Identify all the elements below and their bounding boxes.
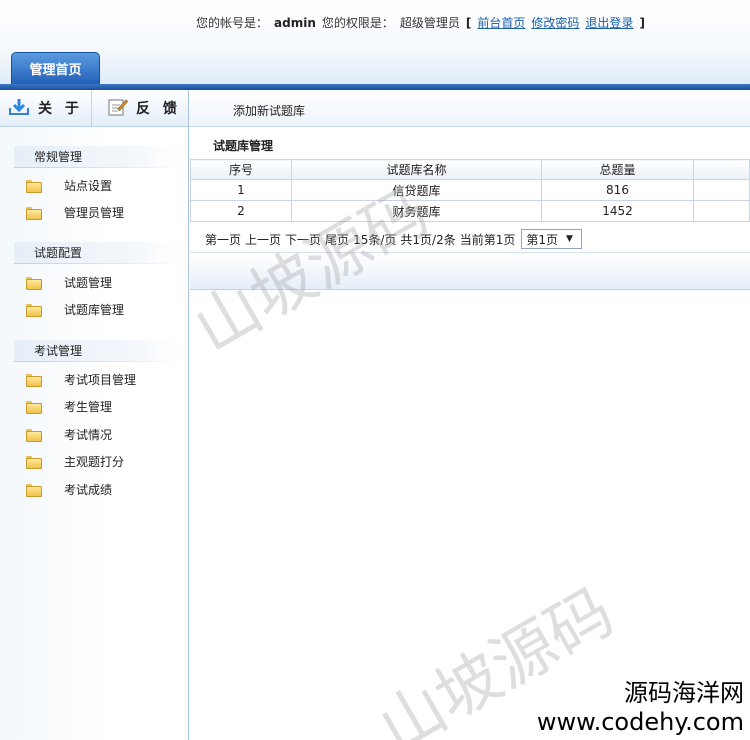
tab-admin-home[interactable]: 管理首页 [11, 52, 100, 86]
sidebar-item-label: 考试情况 [64, 427, 113, 442]
table-row[interactable]: 1 信贷题库 816 [190, 179, 750, 201]
feedback-label: 反 馈 [136, 101, 181, 117]
about-button[interactable]: 关 于 [8, 90, 90, 126]
page-select-value: 第1页 [526, 232, 558, 247]
column-header-index: 序号 [190, 159, 292, 180]
folder-icon [26, 483, 42, 497]
folder-icon [26, 179, 42, 193]
sidebar-item-label: 考试项目管理 [64, 372, 137, 387]
panel-title: 试题库管理 [213, 139, 274, 153]
folder-icon [26, 400, 42, 414]
sidebar-item-label: 主观题打分 [64, 454, 125, 469]
download-icon [8, 98, 30, 119]
sidebar: 常规管理 站点设置 管理员管理 试题配置 试题管理 试题库管理 考试管理 考试项… [0, 127, 189, 740]
bracket-close: ] [639, 16, 645, 30]
brand-watermark: 源码海洋网 www.codehy.com [537, 678, 744, 736]
sidebar-group-general[interactable]: 常规管理 [14, 146, 180, 168]
role-value: 超级管理员 [399, 16, 460, 30]
sidebar-item-label: 试题管理 [64, 275, 113, 290]
change-password-link[interactable]: 修改密码 [531, 16, 579, 30]
logout-link[interactable]: 退出登录 [585, 16, 633, 30]
page-select[interactable]: 第1页 ▼ [521, 229, 582, 249]
sidebar-item-examinee-management[interactable]: 考生管理 [26, 396, 112, 416]
current-page-text: 当前第1页 [459, 232, 516, 247]
sidebar-item-question-management[interactable]: 试题管理 [26, 272, 112, 292]
folder-icon [26, 276, 42, 290]
edit-note-icon [108, 98, 129, 119]
question-bank-table: 序号 试题库名称 总题量 1 信贷题库 816 2 财务题库 1452 [190, 159, 750, 222]
about-label: 关 于 [38, 101, 83, 117]
folder-icon [26, 455, 42, 469]
add-question-bank-button[interactable]: 添加新试题库 [233, 102, 305, 119]
first-page-link[interactable]: 第一页 [205, 231, 241, 248]
sidebar-item-label: 站点设置 [64, 178, 113, 193]
left-toolbar: 关 于 反 馈 [0, 90, 189, 127]
account-value: admin [274, 16, 316, 30]
sidebar-group-question-config[interactable]: 试题配置 [14, 242, 180, 264]
account-label: 您的帐号是： [196, 16, 269, 30]
sidebar-group-exam-management[interactable]: 考试管理 [14, 340, 180, 362]
column-header-actions [693, 159, 750, 180]
top-header: 您的帐号是： admin 您的权限是： 超级管理员 [ 前台首页 修改密码 退出登录] 管理首… [0, 0, 750, 90]
column-header-total-questions: 总题量 [541, 159, 694, 180]
feedback-button[interactable]: 反 馈 [91, 90, 187, 126]
sidebar-item-label: 试题库管理 [64, 302, 125, 317]
folder-icon [26, 206, 42, 220]
account-info: 您的帐号是： admin 您的权限是： 超级管理员 [ 前台首页 修改密码 退出登录] [196, 14, 645, 31]
folder-icon [26, 428, 42, 442]
column-header-bank-name: 试题库名称 [291, 159, 542, 180]
cell-total-questions: 1452 [541, 200, 694, 222]
sidebar-item-label: 考生管理 [64, 399, 113, 414]
cell-index: 2 [190, 200, 292, 222]
brand-name-cn: 源码海洋网 [624, 679, 744, 707]
frontend-home-link[interactable]: 前台首页 [477, 16, 525, 30]
sidebar-item-exam-status[interactable]: 考试情况 [26, 424, 112, 444]
admin-page: 您的帐号是： admin 您的权限是： 超级管理员 [ 前台首页 修改密码 退出登录] 管理首… [0, 0, 750, 740]
sidebar-item-subjective-grading[interactable]: 主观题打分 [26, 451, 124, 471]
cell-actions [693, 200, 750, 222]
sidebar-item-site-settings[interactable]: 站点设置 [26, 175, 112, 195]
sidebar-item-admin-management[interactable]: 管理员管理 [26, 202, 124, 222]
table-header-row: 序号 试题库名称 总题量 [190, 159, 750, 180]
sidebar-item-exam-scores[interactable]: 考试成绩 [26, 479, 112, 499]
role-label: 您的权限是： [321, 16, 394, 30]
brand-url: www.codehy.com [536, 708, 744, 736]
chevron-down-icon: ▼ [566, 234, 573, 244]
table-row[interactable]: 2 财务题库 1452 [190, 200, 750, 222]
sidebar-item-label: 管理员管理 [64, 205, 125, 220]
cell-index: 1 [190, 179, 292, 201]
sidebar-item-label: 考试成绩 [64, 482, 113, 497]
folder-icon [26, 373, 42, 387]
sidebar-item-question-bank-management[interactable]: 试题库管理 [26, 299, 124, 319]
sidebar-item-exam-project-management[interactable]: 考试项目管理 [26, 369, 136, 389]
folder-icon [26, 303, 42, 317]
bracket-open: [ [465, 16, 472, 30]
cell-actions [693, 179, 750, 201]
cell-total-questions: 816 [541, 179, 694, 201]
main-toolbar: 添加新试题库 [189, 90, 750, 127]
